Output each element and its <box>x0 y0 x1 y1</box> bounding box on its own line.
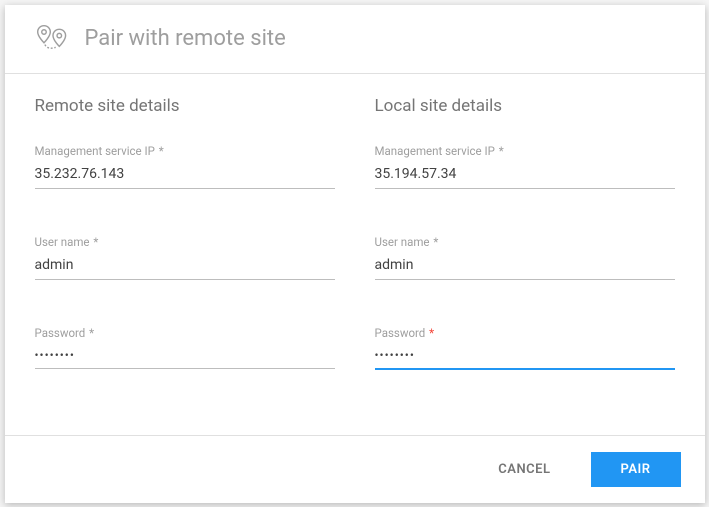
cancel-button[interactable]: Cancel <box>476 452 572 487</box>
pair-location-icon <box>35 23 71 55</box>
pair-remote-site-dialog: Pair with remote site Remote site detail… <box>5 5 705 503</box>
remote-password-label: Password * <box>35 326 335 340</box>
remote-user-field: User name * <box>35 235 335 280</box>
local-ip-field: Management service IP * <box>375 144 675 189</box>
local-user-field: User name * <box>375 235 675 280</box>
remote-ip-label: Management service IP * <box>35 144 335 158</box>
local-section-title: Local site details <box>375 96 675 116</box>
dialog-footer: Cancel Pair <box>5 435 705 503</box>
local-user-input[interactable] <box>375 253 675 280</box>
local-site-column: Local site details Management service IP… <box>375 96 675 425</box>
local-ip-input[interactable] <box>375 162 675 189</box>
dialog-title: Pair with remote site <box>85 26 286 51</box>
remote-site-column: Remote site details Management service I… <box>35 96 335 425</box>
remote-password-field: Password * <box>35 326 335 369</box>
dialog-content: Remote site details Management service I… <box>5 74 705 435</box>
remote-password-input[interactable] <box>35 344 335 369</box>
remote-ip-field: Management service IP * <box>35 144 335 189</box>
local-ip-label: Management service IP * <box>375 144 675 158</box>
local-password-label: Password * <box>375 326 675 340</box>
dialog-header: Pair with remote site <box>5 5 705 74</box>
local-password-input[interactable] <box>375 344 675 370</box>
remote-user-input[interactable] <box>35 253 335 280</box>
remote-section-title: Remote site details <box>35 96 335 116</box>
local-password-field: Password * <box>375 326 675 370</box>
pair-button[interactable]: Pair <box>591 452 681 487</box>
remote-user-label: User name * <box>35 235 335 249</box>
local-user-label: User name * <box>375 235 675 249</box>
remote-ip-input[interactable] <box>35 162 335 189</box>
